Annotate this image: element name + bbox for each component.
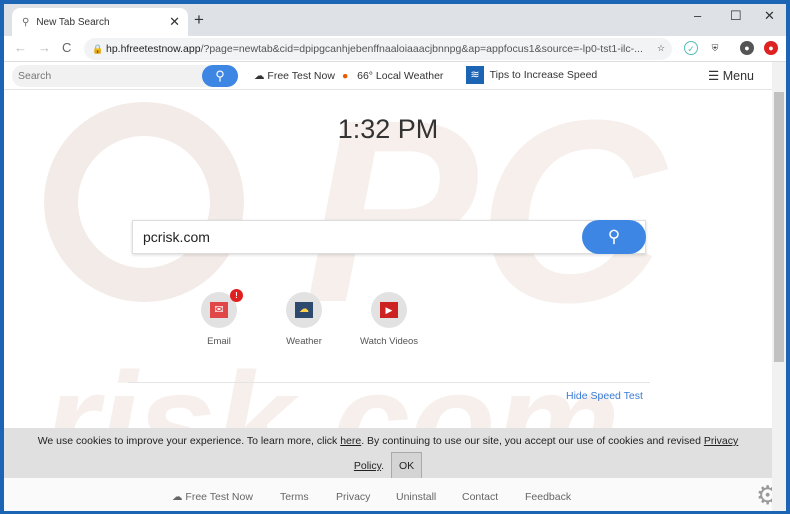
new-tab-button[interactable]: + xyxy=(194,10,204,30)
shield-extension-icon[interactable]: ⛨ xyxy=(708,41,722,55)
scrollbar-thumb[interactable] xyxy=(774,92,784,362)
quick-link-email[interactable]: ✉! Email xyxy=(179,289,259,347)
extension-icon[interactable]: ✓ xyxy=(684,41,698,55)
free-test-link[interactable]: ☁ Free Test Now xyxy=(254,70,335,82)
footer-feedback-link[interactable]: Feedback xyxy=(525,491,571,503)
address-bar-row: ← → C 🔒 hp.hfreetestnow.app/?page=newtab… xyxy=(4,36,786,62)
sun-icon: ● xyxy=(342,70,349,82)
privacy-policy-link-cont[interactable]: Policy xyxy=(354,460,381,472)
weather-link[interactable]: ● 66° Local Weather xyxy=(342,70,443,82)
cookie-banner: We use cookies to improve your experienc… xyxy=(4,428,772,480)
scrollbar[interactable] xyxy=(772,62,786,511)
play-icon: ▶ xyxy=(380,302,398,318)
tab-strip: ⚲ New Tab Search ✕ + – ☐ ✕ xyxy=(4,4,786,36)
reload-button[interactable]: C xyxy=(62,40,71,55)
hide-speed-test-link[interactable]: Hide Speed Test xyxy=(566,390,643,402)
tab-title: New Tab Search xyxy=(36,16,110,28)
search-icon: ⚲ xyxy=(22,16,30,28)
toolbar-search-button[interactable]: ⚲ xyxy=(202,65,238,87)
footer-uninstall-link[interactable]: Uninstall xyxy=(396,491,436,503)
footer: ☁ Free Test Now Terms Privacy Uninstall … xyxy=(4,478,772,511)
privacy-policy-link[interactable]: Privacy xyxy=(704,435,738,447)
minimize-button[interactable]: – xyxy=(694,8,701,23)
hamburger-icon: ☰ xyxy=(708,69,720,83)
profile-icon[interactable]: ● xyxy=(740,41,754,55)
maximize-button[interactable]: ☐ xyxy=(730,8,742,24)
quick-link-weather[interactable]: ☁ Weather xyxy=(264,292,344,347)
browser-window: ⚲ New Tab Search ✕ + – ☐ ✕ ← → C 🔒 hp.hf… xyxy=(4,4,786,511)
main-search-button[interactable]: ⚲ xyxy=(582,220,646,254)
weather-icon: ☁ xyxy=(295,302,313,318)
settings-gear-icon[interactable]: ⚙ xyxy=(756,480,772,511)
close-tab-icon[interactable]: ✕ xyxy=(169,14,180,30)
quick-link-videos[interactable]: ▶ Watch Videos xyxy=(349,292,429,347)
bookmark-star-icon[interactable]: ☆ xyxy=(654,41,668,55)
close-window-button[interactable]: ✕ xyxy=(764,8,775,24)
back-button[interactable]: ← xyxy=(14,40,27,55)
top-toolbar: Search ⚲ ☁ Free Test Now ● 66° Local Wea… xyxy=(4,62,772,90)
wifi-icon: ≋ xyxy=(466,66,484,84)
cookie-ok-button[interactable]: OK xyxy=(390,452,423,480)
forward-button[interactable]: → xyxy=(38,40,51,55)
speedometer-icon: ☁ xyxy=(172,491,183,503)
tab-new-tab-search[interactable]: ⚲ New Tab Search ✕ xyxy=(12,8,188,36)
tips-link[interactable]: ≋ Tips to Increase Speed xyxy=(466,66,597,84)
footer-privacy-link[interactable]: Privacy xyxy=(336,491,370,503)
main-search-box: ⚲ xyxy=(132,220,646,254)
email-icon: ✉ xyxy=(210,302,228,318)
footer-free-test-link[interactable]: ☁ Free Test Now xyxy=(172,491,253,503)
main-search-input[interactable] xyxy=(133,221,573,253)
page-content: PC risk.com Search ⚲ ☁ Free Test Now ● 6… xyxy=(4,62,772,511)
lock-icon: 🔒 xyxy=(92,44,104,54)
cookie-here-link[interactable]: here xyxy=(340,435,361,447)
adblock-icon[interactable]: ● xyxy=(764,41,778,55)
footer-contact-link[interactable]: Contact xyxy=(462,491,498,503)
speedometer-icon: ☁ xyxy=(254,70,265,82)
notification-badge: ! xyxy=(230,289,243,302)
footer-terms-link[interactable]: Terms xyxy=(280,491,309,503)
url-bar[interactable]: 🔒 hp.hfreetestnow.app/?page=newtab&cid=d… xyxy=(84,38,672,60)
clock: 1:32 PM xyxy=(337,114,439,144)
menu-button[interactable]: ☰ Menu xyxy=(708,68,754,83)
divider xyxy=(128,382,650,383)
